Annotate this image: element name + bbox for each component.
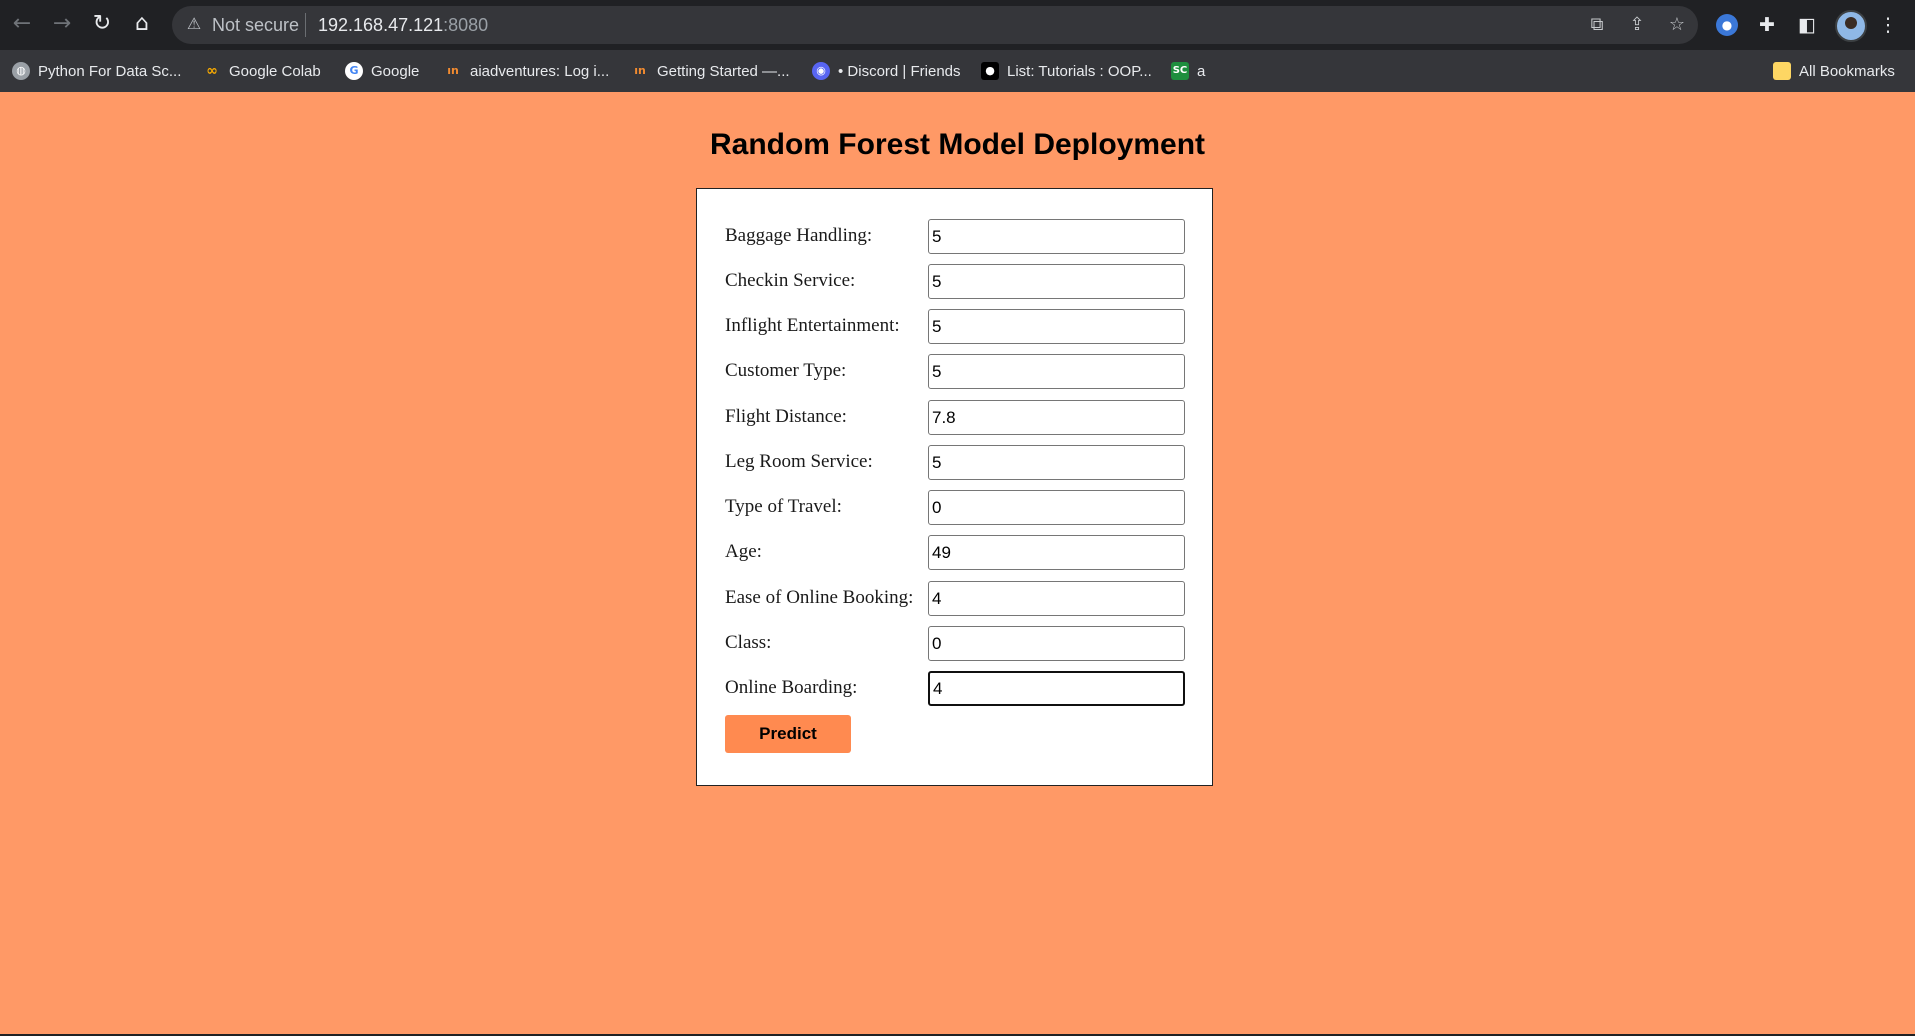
type-of-travel-input[interactable] — [928, 490, 1185, 525]
customer-type-label: Customer Type: — [725, 360, 847, 381]
form-row-customer-type: Customer Type: — [725, 354, 1185, 389]
checkin-service-input[interactable] — [928, 264, 1185, 299]
form-row-checkin-service: Checkin Service: — [725, 264, 1185, 299]
profile-avatar[interactable] — [1835, 10, 1867, 42]
type-of-travel-label: Type of Travel: — [725, 496, 842, 517]
bookmark-item[interactable]: G Google — [345, 59, 419, 83]
bookmark-label: aiadventures: Log i... — [470, 62, 610, 80]
ease-of-online-booking-label: Ease of Online Booking: — [725, 587, 914, 608]
translate-icon[interactable]: ⧉ — [1584, 12, 1610, 38]
bookmark-item[interactable]: SC a — [1171, 59, 1205, 83]
form-row-baggage-handling: Baggage Handling: — [725, 219, 1185, 254]
bookmark-item[interactable]: ın aiadventures: Log i... — [444, 59, 609, 83]
side-panel-icon[interactable]: ◧ — [1793, 11, 1821, 39]
bookmark-item[interactable]: ın Getting Started —... — [631, 59, 790, 83]
form-row-type-of-travel: Type of Travel: — [725, 490, 1185, 525]
form-row-leg-room-service: Leg Room Service: — [725, 445, 1185, 480]
sc-icon: SC — [1171, 62, 1189, 80]
all-bookmarks-label: All Bookmarks — [1799, 62, 1895, 80]
leg-room-service-label: Leg Room Service: — [725, 451, 873, 472]
bookmark-label: Python For Data Sc... — [38, 62, 182, 80]
form-row-online-boarding: Online Boarding: — [725, 671, 1185, 706]
bookmarks-bar: ◍ Python For Data Sc... ∞ Google Colab G… — [0, 50, 1915, 92]
predict-button[interactable]: Predict — [725, 715, 851, 753]
bookmark-label: List: Tutorials : OOP... — [1007, 62, 1152, 80]
discord-icon: ◉ — [812, 62, 830, 80]
address-separator — [305, 13, 306, 37]
age-input[interactable] — [928, 535, 1185, 570]
form-row-class: Class: — [725, 626, 1185, 661]
form-row-ease-of-online-booking: Ease of Online Booking: — [725, 581, 1185, 616]
bookmark-label: a — [1197, 62, 1206, 80]
url-host: 192.168.47.121 — [318, 15, 444, 35]
class-label: Class: — [725, 632, 772, 653]
medium-icon: ● — [981, 62, 999, 80]
warning-triangle-icon[interactable]: ⚠ — [184, 14, 204, 34]
form-row-age: Age: — [725, 535, 1185, 570]
age-label: Age: — [725, 541, 762, 562]
back-arrow-icon[interactable]: ← — [8, 9, 36, 39]
browser-toolbar: ← → ↻ ⌂ ⚠ Not secure 192.168.47.121:8080… — [0, 0, 1915, 50]
bookmark-label: • Discord | Friends — [838, 62, 961, 80]
google-icon: G — [345, 62, 363, 80]
home-icon[interactable]: ⌂ — [128, 9, 156, 39]
bookmark-label: Google Colab — [229, 62, 321, 80]
globe-icon: ◍ — [12, 62, 30, 80]
page-title: Random Forest Model Deployment — [709, 128, 1206, 161]
customer-type-input[interactable] — [928, 354, 1185, 389]
security-status[interactable]: Not secure — [212, 13, 299, 37]
leg-room-service-input[interactable] — [928, 445, 1185, 480]
inflight-entertainment-label: Inflight Entertainment: — [725, 315, 900, 336]
form-row-flight-distance: Flight Distance: — [725, 400, 1185, 435]
menu-dots-icon[interactable]: ⋮ — [1874, 11, 1902, 39]
bookmark-item[interactable]: ● List: Tutorials : OOP... — [981, 59, 1152, 83]
colab-icon: ∞ — [206, 63, 218, 79]
flight-distance-label: Flight Distance: — [725, 406, 847, 427]
share-icon[interactable]: ⇪ — [1624, 12, 1650, 38]
bookmark-star-icon[interactable]: ☆ — [1664, 12, 1690, 38]
online-boarding-label: Online Boarding: — [725, 677, 858, 698]
flight-distance-input[interactable] — [928, 400, 1185, 435]
all-bookmarks[interactable]: All Bookmarks — [1773, 59, 1895, 83]
bookmark-label: Google — [371, 62, 420, 80]
forward-arrow-icon[interactable]: → — [48, 9, 76, 39]
bookmark-label: Getting Started —... — [657, 62, 790, 80]
class-input[interactable] — [928, 626, 1185, 661]
ease-of-online-booking-input[interactable] — [928, 581, 1185, 616]
bookmark-item[interactable]: ∞ Google Colab — [203, 59, 321, 83]
url-port: :8080 — [443, 15, 489, 35]
baggage-handling-label: Baggage Handling: — [725, 225, 873, 246]
aiadventures-icon: ın — [447, 64, 459, 77]
extensions-puzzle-icon[interactable]: ✚ — [1753, 11, 1781, 39]
extension-shield-icon[interactable]: ● — [1716, 14, 1738, 36]
baggage-handling-input[interactable] — [928, 219, 1185, 254]
prediction-form: Baggage Handling: Checkin Service: Infli… — [696, 188, 1213, 786]
form-row-inflight-entertainment: Inflight Entertainment: — [725, 309, 1185, 344]
aiadventures-icon: ın — [634, 64, 646, 77]
bookmark-item[interactable]: ◍ Python For Data Sc... — [12, 59, 181, 83]
checkin-service-label: Checkin Service: — [725, 270, 856, 291]
online-boarding-input[interactable] — [928, 671, 1185, 706]
folder-icon — [1773, 62, 1791, 80]
url-text[interactable]: 192.168.47.121:8080 — [318, 13, 488, 37]
reload-icon[interactable]: ↻ — [88, 9, 116, 39]
bookmark-item[interactable]: ◉ • Discord | Friends — [812, 59, 961, 83]
inflight-entertainment-input[interactable] — [928, 309, 1185, 344]
